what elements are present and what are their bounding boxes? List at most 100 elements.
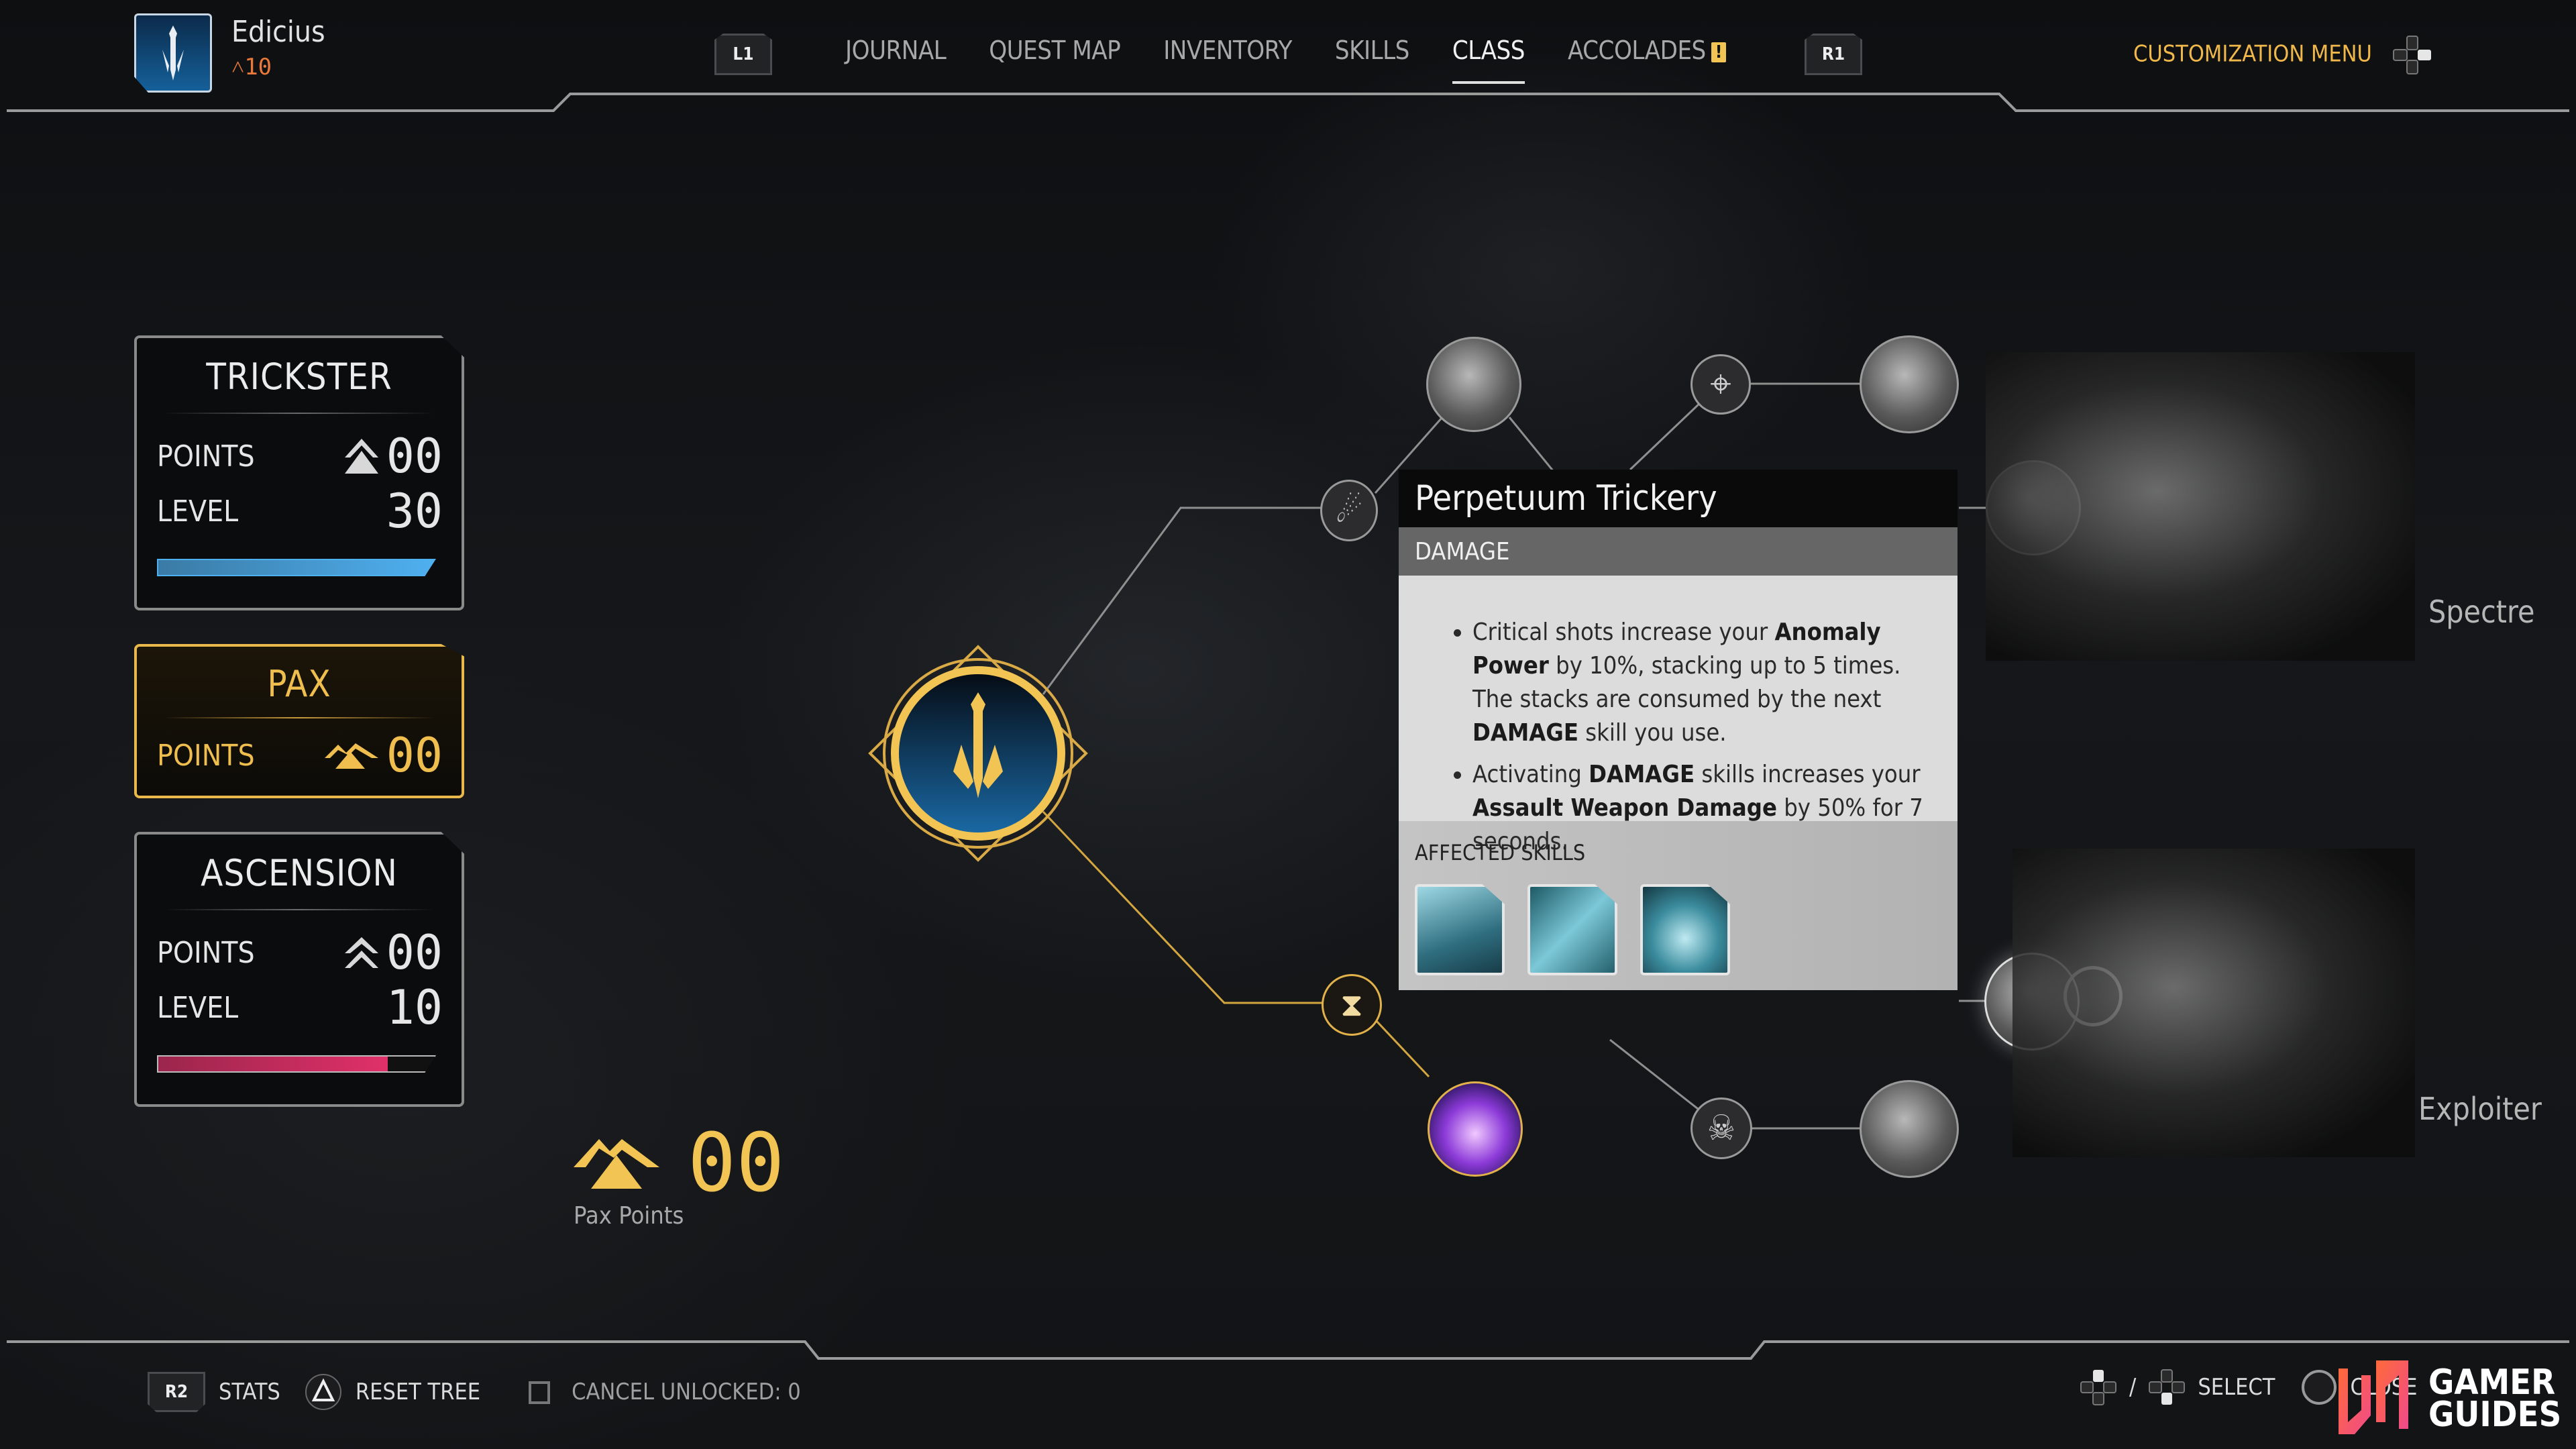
trickster-title: TRICKSTER <box>206 356 392 398</box>
r2-button[interactable]: R2 <box>148 1372 205 1412</box>
tooltip-title: Perpetuum Trickery <box>1399 470 1957 527</box>
trickster-progress-fill <box>158 560 435 575</box>
skull-icon: ☠ <box>1707 1108 1735 1148</box>
stats-label[interactable]: STATS <box>219 1379 280 1405</box>
hourglass-fist-node[interactable]: ⧗ <box>1322 974 1382 1036</box>
spectre-art <box>1986 352 2415 661</box>
skill-ice-slam-icon <box>1415 884 1505 975</box>
pax-points-summary: 00 <box>574 1117 785 1210</box>
tooltip-text: Critical shots increase your <box>1472 619 1775 646</box>
ascension-points-value: 00 <box>386 925 443 980</box>
tab-skills[interactable]: SKILLS <box>1335 36 1409 65</box>
trickster-progress-bar <box>157 559 436 576</box>
burst-icon: ☄ <box>1335 491 1363 530</box>
exploiter-art <box>2012 849 2415 1157</box>
cancel-unlocked-label[interactable]: CANCEL UNLOCKED: 0 <box>572 1379 801 1405</box>
tooltip-keyword: DAMAGE <box>1589 761 1695 788</box>
l1-button[interactable]: L1 <box>714 34 772 75</box>
tab-accolades[interactable]: ACCOLADES! <box>1568 36 1726 65</box>
hourglass-fist-icon: ⧗ <box>1340 985 1363 1024</box>
pax-title: PAX <box>267 663 331 705</box>
triangle-button-icon[interactable] <box>305 1373 342 1411</box>
affected-skills-title: AFFECTED SKILLS <box>1415 840 1586 865</box>
tooltip-bullets: Critical shots increase your Anomaly Pow… <box>1446 616 1937 859</box>
slide-portrait-node[interactable] <box>1860 1080 1959 1178</box>
ascension-level-value: 10 <box>386 980 443 1035</box>
reset-tree-label[interactable]: RESET TREE <box>356 1379 480 1405</box>
trickster-card[interactable]: TRICKSTER POINTS 00 LEVEL 30 <box>134 335 464 610</box>
pax-points-icon <box>574 1138 659 1189</box>
character-level: ˄10 <box>231 54 272 80</box>
footer-actions: R2 STATS RESET TREE CANCEL UNLOCKED: 0 <box>148 1372 801 1412</box>
tooltip-text: Activating <box>1472 761 1589 788</box>
skill-tooltip: Perpetuum Trickery DAMAGE Critical shots… <box>1399 470 1957 990</box>
level-chevron-icon: ˄ <box>231 54 245 80</box>
ascension-points-label: POINTS <box>157 935 255 970</box>
trickster-level-label: LEVEL <box>157 494 239 529</box>
pax-points-value: 00 <box>386 728 443 783</box>
ascension-level-label: LEVEL <box>157 990 239 1025</box>
tooltip-description: Critical shots increase your Anomaly Pow… <box>1399 576 1957 855</box>
tooltip-keyword: Assault Weapon Damage <box>1472 794 1777 822</box>
square-button-icon[interactable] <box>521 1373 558 1411</box>
pax-root-node[interactable] <box>867 644 1089 863</box>
main-nav-tabs: JOURNAL QUEST MAP INVENTORY SKILLS CLASS… <box>845 34 1769 84</box>
divider <box>164 909 435 910</box>
r1-button[interactable]: R1 <box>1805 34 1862 75</box>
skull-node[interactable]: ☠ <box>1690 1097 1752 1159</box>
pax-points-label: Pax Points <box>574 1202 684 1230</box>
pax-points-icon <box>324 743 378 769</box>
ascension-progress-fill <box>158 1057 388 1071</box>
duo-portrait-node[interactable] <box>1860 335 1959 433</box>
separator-slash: / <box>2129 1374 2137 1401</box>
ascension-progress-bar <box>157 1055 436 1073</box>
character-name: Edicius <box>231 15 325 49</box>
trickster-points-label: POINTS <box>157 439 255 474</box>
customization-menu-label: CUSTOMIZATION MENU <box>2133 40 2372 68</box>
crosshair-node[interactable]: ⌖ <box>1690 354 1751 415</box>
trickster-points-value: 00 <box>386 429 443 484</box>
skill-ice-bullet-icon <box>1527 884 1617 975</box>
tooltip-keyword: DAMAGE <box>1472 719 1578 747</box>
circle-button-icon[interactable] <box>2300 1368 2338 1406</box>
pax-sword-emblem-icon <box>868 645 1088 862</box>
dash-burst-node[interactable]: ☄ <box>1320 480 1378 541</box>
portal-runner-node[interactable] <box>1428 1081 1523 1177</box>
tooltip-text: skill you use. <box>1578 719 1727 747</box>
dpad-up-icon <box>2080 1370 2116 1405</box>
crosshair-icon: ⌖ <box>1710 362 1731 406</box>
pax-card[interactable]: PAX POINTS 00 <box>134 644 464 798</box>
affected-skills-section: AFFECTED SKILLS <box>1399 821 1957 990</box>
ascension-card[interactable]: ASCENSION POINTS 00 LEVEL 10 <box>134 832 464 1107</box>
tab-class[interactable]: CLASS <box>1452 36 1525 84</box>
spectre-label: Spectre <box>2428 594 2535 630</box>
dpad-right-icon <box>2392 36 2431 74</box>
skill-vortex-icon <box>1640 884 1730 975</box>
tab-inventory[interactable]: INVENTORY <box>1163 36 1292 65</box>
sprint-portrait-node[interactable] <box>1426 337 1521 432</box>
select-label[interactable]: SELECT <box>2198 1374 2275 1401</box>
dpad-down-icon <box>2149 1369 2186 1405</box>
watermark-line2: GUIDES <box>2428 1395 2562 1435</box>
trickster-level-value: 30 <box>386 484 443 539</box>
tab-quest-map[interactable]: QUEST MAP <box>989 36 1120 65</box>
watermark-line1: GAMER <box>2428 1362 2556 1403</box>
exploiter-label: Exploiter <box>2418 1091 2542 1127</box>
tooltip-text: skills increases your <box>1695 761 1921 788</box>
gamer-guides-watermark: GAMER GUIDES <box>2334 1355 2561 1442</box>
divider <box>164 413 435 414</box>
character-level-value: 10 <box>244 54 272 80</box>
tooltip-bullet: Critical shots increase your Anomaly Pow… <box>1472 616 1937 750</box>
divider <box>164 717 435 718</box>
tab-journal[interactable]: JOURNAL <box>845 36 947 65</box>
character-class-avatar <box>134 13 212 93</box>
pax-points-value: 00 <box>688 1117 785 1210</box>
gamer-guides-logo-icon <box>2339 1360 2408 1434</box>
notification-badge: ! <box>1711 42 1726 62</box>
sword-emblem-icon <box>162 25 184 80</box>
customization-menu-button[interactable]: CUSTOMIZATION MENU <box>2133 35 2432 75</box>
tab-accolades-label: ACCOLADES <box>1567 36 1706 65</box>
ascension-title: ASCENSION <box>201 852 398 894</box>
pax-points-label: POINTS <box>157 738 255 773</box>
class-points-icon <box>344 439 378 474</box>
